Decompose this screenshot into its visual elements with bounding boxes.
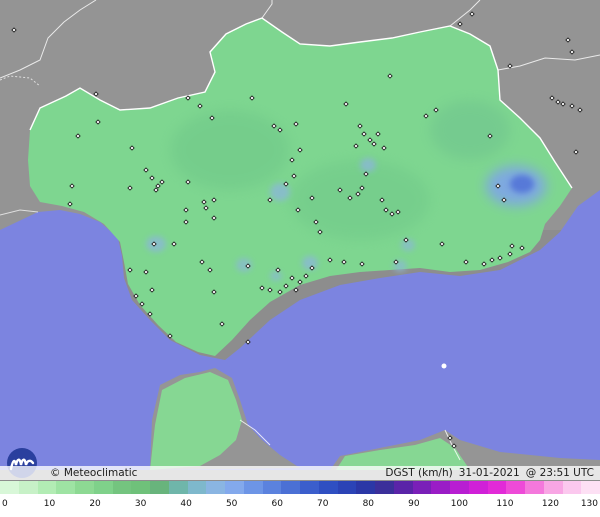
color-scale-step	[300, 481, 319, 494]
gust-area	[360, 158, 376, 172]
gust-map	[0, 0, 600, 517]
color-scale-step	[75, 481, 94, 494]
color-scale-step	[375, 481, 394, 494]
color-scale-step	[356, 481, 375, 494]
gust-area	[270, 183, 290, 201]
color-scale-step	[93, 481, 113, 494]
color-scale-step	[225, 481, 244, 494]
color-scale-step	[131, 481, 150, 494]
product-info: DGST (km/h) 31-01-2021 @ 23:51 UTC	[379, 466, 594, 480]
color-scale-step	[525, 481, 544, 494]
variable-label: DGST (km/h)	[385, 467, 453, 479]
inland-shade	[430, 100, 510, 160]
color-scale-label: 50	[225, 499, 238, 509]
color-scale-step	[318, 481, 338, 494]
color-scale-step	[431, 481, 450, 494]
color-scale-label: 100	[450, 499, 468, 509]
color-scale-label: 80	[362, 499, 375, 509]
color-scale-step	[37, 481, 57, 494]
color-scale-step	[0, 481, 19, 494]
color-scale-label: 130	[580, 499, 598, 509]
color-scale-label: 120	[541, 499, 560, 509]
date-label: 31-01-2021	[458, 467, 520, 479]
color-scale-step	[581, 481, 600, 494]
color-scale-label: 0	[2, 499, 8, 509]
color-scale-step	[243, 481, 263, 494]
color-scale-step	[543, 481, 563, 494]
gust-area	[401, 239, 415, 251]
color-scale-label: 20	[89, 499, 101, 509]
color-scale-label: 30	[134, 499, 147, 509]
color-scale-step	[281, 481, 300, 494]
color-scale-label: 110	[496, 499, 514, 509]
color-scale-label: 10	[43, 499, 56, 509]
color-scale-label: 60	[271, 499, 283, 509]
color-scale-step	[562, 481, 582, 494]
gust-area	[270, 271, 282, 281]
time-label: @ 23:51 UTC	[525, 467, 594, 479]
color-scale-step	[468, 481, 488, 494]
credit-label: © Meteoclimatic	[50, 467, 138, 479]
color-scale-step	[168, 481, 188, 494]
color-scale-step	[150, 481, 169, 494]
color-scale-label: 90	[408, 499, 420, 509]
color-scale-step	[187, 481, 207, 494]
color-scale-step	[412, 481, 432, 494]
gust-area-almeria-core	[510, 175, 534, 193]
color-scale-label: 70	[317, 499, 329, 509]
color-scale	[0, 481, 600, 494]
color-scale-step	[18, 481, 38, 494]
color-scale-step	[450, 481, 469, 494]
alboran-island	[441, 363, 447, 369]
color-scale-step	[506, 481, 525, 494]
color-scale-step	[206, 481, 225, 494]
color-scale-step	[393, 481, 413, 494]
color-scale-label: 40	[180, 499, 192, 509]
info-bar: © Meteoclimatic DGST (km/h) 31-01-2021 @ 2…	[0, 466, 600, 480]
color-scale-step	[56, 481, 75, 494]
inland-shade	[170, 110, 290, 190]
inland-shade	[290, 160, 430, 240]
color-scale-step	[112, 481, 132, 494]
color-scale-step	[337, 481, 357, 494]
color-scale-step	[262, 481, 282, 494]
color-scale-labels: 0 10 20 30 40 50 60 70 80 90 100 110 120 130	[0, 494, 600, 517]
color-scale-step	[487, 481, 507, 494]
